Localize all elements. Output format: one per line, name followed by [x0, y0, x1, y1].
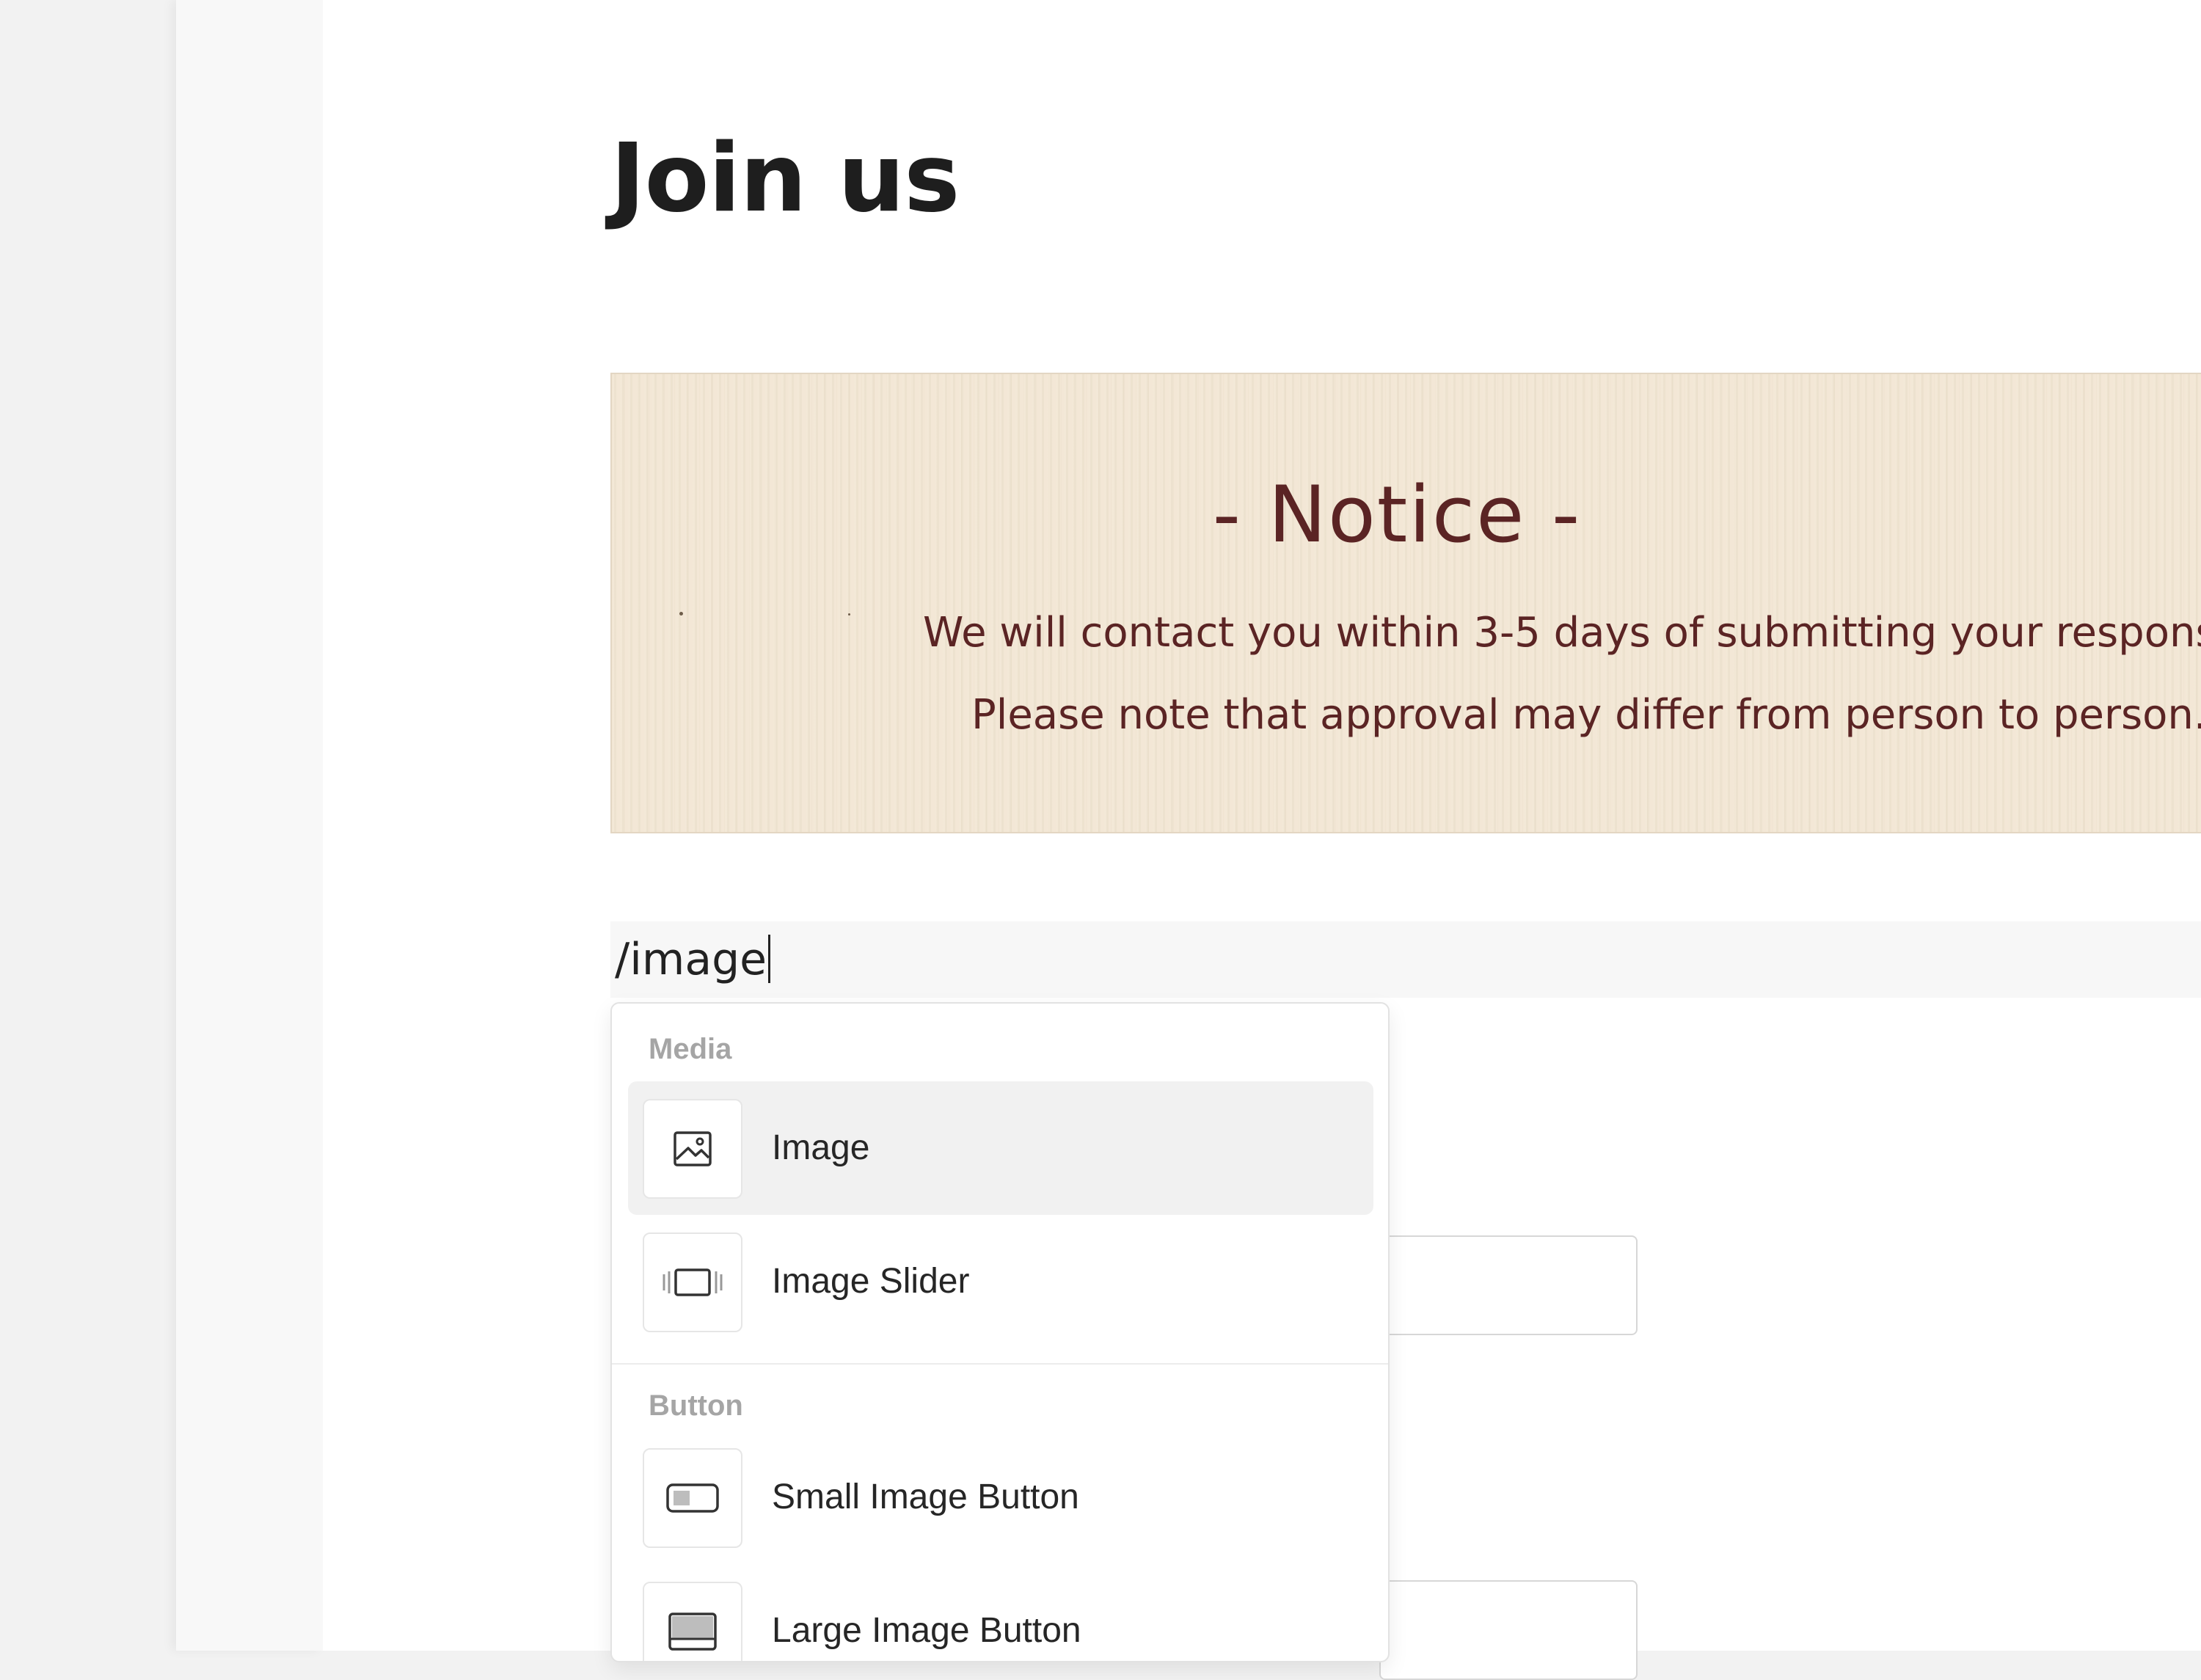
notice-banner[interactable]: - Notice - We will contact you within 3-…	[610, 373, 2201, 833]
left-gutter	[0, 0, 176, 1651]
paper-speck	[848, 613, 850, 616]
menu-section-button: Button	[649, 1389, 743, 1422]
slash-command-input[interactable]: /image	[615, 927, 771, 992]
menu-item-label: Image	[772, 1128, 870, 1167]
page-title: Join us	[610, 124, 960, 233]
command-block[interactable]: /image	[610, 921, 2201, 998]
paper-speck	[679, 612, 683, 616]
notice-text-line: We will contact you within 3-5 days of s…	[923, 609, 2201, 657]
menu-section-media: Media	[649, 1033, 732, 1065]
menu-item-label: Large Image Button	[772, 1611, 1081, 1650]
image-slider-icon	[643, 1232, 742, 1332]
small-image-button-icon	[643, 1448, 742, 1548]
side-panel	[176, 0, 323, 1651]
notice-text-line: Please note that approval may differ fro…	[971, 691, 2201, 739]
text-caret	[768, 935, 771, 983]
menu-item-image-slider[interactable]: Image Slider	[628, 1215, 1373, 1348]
slash-command-menu: Media Image Image Slider Button Small Im…	[610, 1002, 1390, 1662]
menu-item-small-image-button[interactable]: Small Image Button	[628, 1431, 1373, 1564]
menu-item-image[interactable]: Image	[628, 1081, 1373, 1215]
menu-divider	[612, 1363, 1388, 1365]
image-icon	[643, 1099, 742, 1199]
slash-command-text: /image	[615, 934, 767, 985]
menu-item-label: Image Slider	[772, 1262, 970, 1301]
form-field[interactable]	[1379, 1235, 1638, 1335]
notice-heading: - Notice -	[1212, 470, 1582, 560]
form-field[interactable]	[1379, 1580, 1638, 1680]
menu-item-large-image-button[interactable]: Large Image Button	[628, 1564, 1373, 1661]
menu-item-label: Small Image Button	[772, 1478, 1079, 1516]
